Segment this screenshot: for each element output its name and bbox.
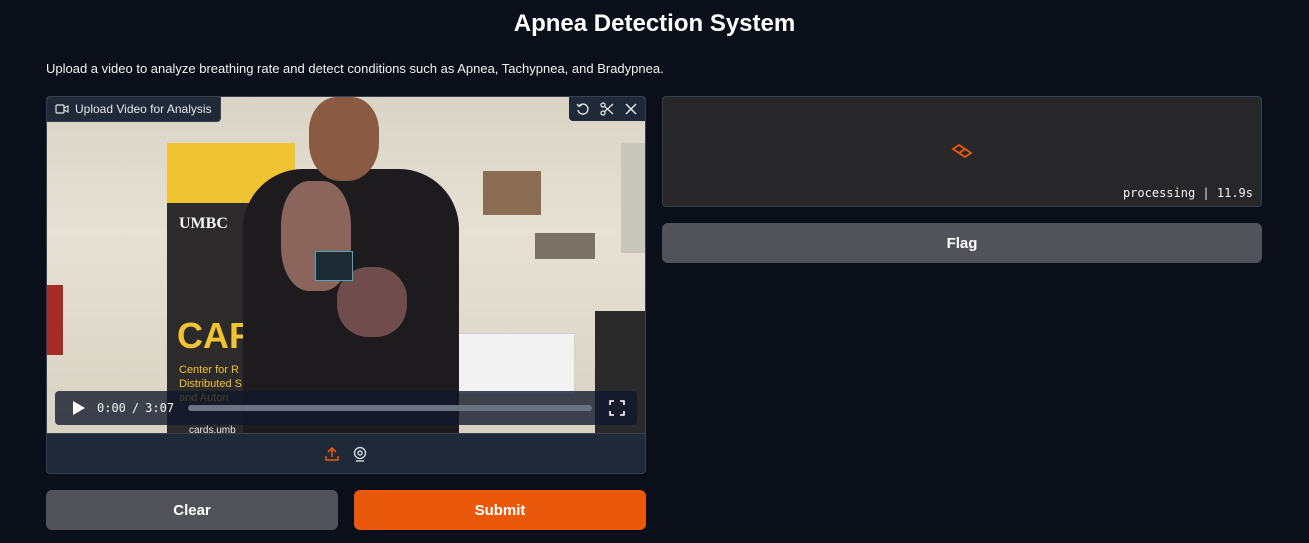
video-player[interactable]: UMBC CAR Center for RDistributed Sand Au… bbox=[47, 97, 645, 433]
close-button[interactable] bbox=[621, 99, 641, 119]
scene-wall-photo bbox=[483, 171, 541, 215]
video-input-label: Upload Video for Analysis bbox=[47, 97, 221, 122]
fullscreen-button[interactable] bbox=[606, 397, 628, 419]
flag-button[interactable]: Flag bbox=[662, 223, 1262, 263]
time-separator: / bbox=[131, 401, 140, 415]
clear-button[interactable]: Clear bbox=[46, 490, 338, 530]
video-time: 0:00 / 3:07 bbox=[97, 401, 174, 415]
source-selector bbox=[47, 433, 645, 473]
upload-source-button[interactable] bbox=[323, 445, 341, 463]
video-camera-icon bbox=[55, 104, 69, 114]
play-icon bbox=[73, 401, 85, 415]
scene-sensor-device bbox=[315, 251, 353, 281]
loading-spinner-icon bbox=[951, 143, 973, 159]
close-icon bbox=[625, 103, 637, 115]
processing-status: processing | 11.9s bbox=[1122, 186, 1253, 200]
scene-bulletin-board bbox=[621, 143, 645, 253]
current-time: 0:00 bbox=[97, 401, 126, 415]
output-panel: processing | 11.9s bbox=[662, 96, 1262, 207]
video-upload-panel: UMBC CAR Center for RDistributed Sand Au… bbox=[46, 96, 646, 474]
duration: 3:07 bbox=[145, 401, 175, 415]
scene-person-head bbox=[309, 97, 379, 181]
submit-button[interactable]: Submit bbox=[354, 490, 646, 530]
page-title: Apnea Detection System bbox=[513, 10, 796, 37]
scene-wall-photo bbox=[535, 233, 595, 259]
scene-fire-extinguisher bbox=[47, 285, 63, 355]
video-toolbar bbox=[569, 97, 645, 121]
undo-icon bbox=[576, 103, 589, 115]
video-input-label-text: Upload Video for Analysis bbox=[75, 102, 212, 116]
play-button[interactable] bbox=[67, 396, 91, 420]
video-progress-bar[interactable] bbox=[188, 405, 593, 411]
upload-icon bbox=[325, 446, 339, 461]
undo-button[interactable] bbox=[573, 99, 593, 119]
trim-button[interactable] bbox=[597, 99, 617, 119]
scissors-icon bbox=[600, 102, 614, 116]
fullscreen-icon bbox=[609, 400, 625, 416]
page-description: Upload a video to analyze breathing rate… bbox=[46, 61, 664, 76]
webcam-icon bbox=[353, 446, 367, 462]
webcam-source-button[interactable] bbox=[351, 445, 369, 463]
app-page: Apnea Detection System Upload a video to… bbox=[0, 0, 1309, 543]
video-controls: 0:00 / 3:07 bbox=[55, 391, 637, 425]
